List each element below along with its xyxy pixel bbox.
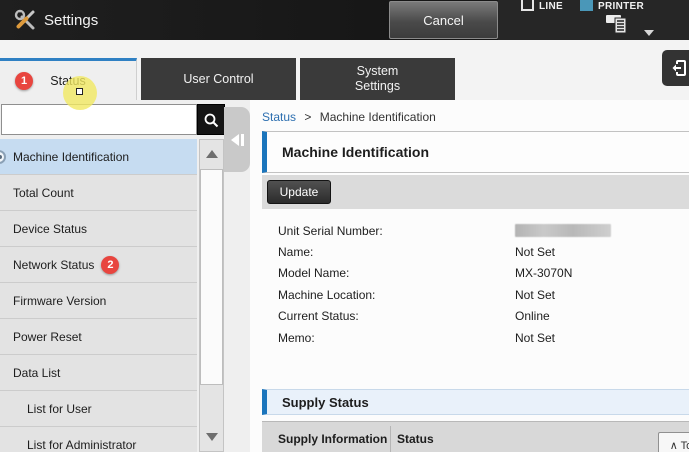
- tab-user-control-label: User Control: [183, 72, 253, 86]
- scroll-up-button[interactable]: [200, 140, 223, 168]
- serial-number-redacted: [515, 224, 611, 237]
- sidebar-item-label: List for Administrator: [27, 438, 136, 452]
- toolbar: Update: [262, 175, 689, 209]
- field-label: Current Status:: [278, 309, 515, 323]
- supply-table-header: Supply Information Status ∧ To: [262, 421, 689, 452]
- sidebar-item-label: List for User: [27, 402, 92, 416]
- sidebar-collapse-button[interactable]: [224, 107, 250, 172]
- search-button[interactable]: [197, 104, 225, 135]
- field-row-serial: Unit Serial Number:: [278, 220, 678, 241]
- section-header: Machine Identification: [262, 131, 689, 173]
- sidebar-item-label: Firmware Version: [13, 294, 106, 308]
- login-button[interactable]: A: [662, 50, 689, 86]
- column-divider: [390, 426, 391, 452]
- field-value: Not Set: [515, 245, 555, 259]
- field-label: Machine Location:: [278, 288, 515, 302]
- sidebar-item-firmware-version[interactable]: Firmware Version: [0, 283, 197, 319]
- line-checkbox[interactable]: [521, 0, 534, 11]
- step-badge-1: 1: [15, 72, 33, 90]
- scroll-down-button[interactable]: [200, 423, 223, 451]
- scrollbar-thumb[interactable]: [200, 169, 223, 385]
- search-input[interactable]: [1, 104, 197, 135]
- settings-screen: Settings Cancel LINE PRINTER 1 Status Us…: [0, 0, 689, 452]
- sidebar-item-device-status[interactable]: Device Status: [0, 211, 197, 247]
- sidebar-item-list-for-administrator[interactable]: List for Administrator: [0, 427, 197, 452]
- sidebar-item-data-list[interactable]: Data List: [0, 355, 197, 391]
- breadcrumb-separator: >: [304, 110, 311, 124]
- collapse-left-icon: [231, 134, 239, 146]
- field-row-model-name: Model Name: MX-3070N: [278, 263, 678, 284]
- collapse-bar-icon: [241, 134, 244, 146]
- supply-status-header: Supply Status: [262, 389, 689, 415]
- app-title-group: Settings: [14, 0, 98, 40]
- column-status: Status: [397, 432, 434, 446]
- top-bar: Settings Cancel LINE PRINTER: [0, 0, 689, 40]
- click-highlight-marker: [63, 76, 97, 110]
- field-label: Unit Serial Number:: [278, 224, 515, 238]
- field-label: Name:: [278, 245, 515, 259]
- field-value: Not Set: [515, 331, 555, 345]
- sidebar-item-network-status[interactable]: Network Status 2: [0, 247, 197, 283]
- arrow-down-icon: [206, 433, 218, 441]
- breadcrumb: Status > Machine Identification: [262, 110, 436, 124]
- field-value: Online: [515, 309, 550, 323]
- sidebar-item-label: Data List: [13, 366, 60, 380]
- cursor-icon: [76, 88, 83, 95]
- tab-system-settings[interactable]: System Settings: [300, 58, 455, 100]
- breadcrumb-status-link[interactable]: Status: [262, 110, 296, 124]
- main-content: Status > Machine Identification Machine …: [250, 100, 689, 452]
- printer-checkbox[interactable]: [580, 0, 593, 11]
- arrow-up-icon: [206, 150, 218, 158]
- sidebar: Machine Identification Total Count Devic…: [0, 100, 250, 452]
- breadcrumb-current: Machine Identification: [320, 110, 436, 124]
- field-row-memo: Memo: Not Set: [278, 327, 678, 348]
- tab-system-settings-label: System Settings: [355, 64, 400, 94]
- sidebar-item-label: Machine Identification: [13, 150, 129, 164]
- field-row-current-status: Current Status: Online: [278, 306, 678, 327]
- sidebar-item-list-for-user[interactable]: List for User: [0, 391, 197, 427]
- sidebar-item-label: Device Status: [13, 222, 87, 236]
- section-title: Machine Identification: [282, 144, 429, 160]
- printer-label: PRINTER: [598, 1, 644, 12]
- sidebar-item-power-reset[interactable]: Power Reset: [0, 319, 197, 355]
- search-icon: [203, 112, 219, 128]
- field-label: Model Name:: [278, 266, 515, 280]
- column-supply-information: Supply Information: [278, 432, 387, 446]
- sidebar-item-machine-identification[interactable]: Machine Identification: [0, 139, 197, 175]
- machine-info-fields: Unit Serial Number: Name: Not Set Model …: [278, 220, 678, 348]
- field-row-machine-location: Machine Location: Not Set: [278, 284, 678, 305]
- step-badge-2: 2: [101, 256, 119, 274]
- app-title: Settings: [44, 12, 98, 29]
- field-value: MX-3070N: [515, 266, 572, 280]
- field-label: Memo:: [278, 331, 515, 345]
- cancel-button[interactable]: Cancel: [389, 1, 498, 39]
- supply-status-title: Supply Status: [282, 395, 369, 410]
- printer-indicator: PRINTER: [580, 0, 644, 12]
- tab-bar: 1 Status User Control System Settings: [0, 58, 689, 100]
- sidebar-nav: Machine Identification Total Count Devic…: [0, 139, 197, 452]
- field-row-name: Name: Not Set: [278, 241, 678, 262]
- field-value: Not Set: [515, 288, 555, 302]
- selected-marker-icon: [0, 150, 6, 164]
- line-indicator: LINE: [521, 0, 563, 12]
- printer-status-icon: [605, 13, 631, 35]
- sidebar-item-total-count[interactable]: Total Count: [0, 175, 197, 211]
- login-icon: [670, 59, 688, 77]
- to-top-button[interactable]: ∧ To: [658, 432, 689, 452]
- sidebar-item-label: Total Count: [13, 186, 74, 200]
- line-label: LINE: [539, 1, 563, 12]
- tab-user-control[interactable]: User Control: [141, 58, 296, 100]
- update-button[interactable]: Update: [267, 180, 331, 204]
- sidebar-scrollbar: [199, 139, 224, 452]
- sidebar-item-label: Power Reset: [13, 330, 82, 344]
- status-dropdown-arrow-icon[interactable]: [644, 30, 654, 36]
- settings-tools-icon: [14, 9, 36, 31]
- sidebar-item-label: Network Status: [13, 258, 94, 272]
